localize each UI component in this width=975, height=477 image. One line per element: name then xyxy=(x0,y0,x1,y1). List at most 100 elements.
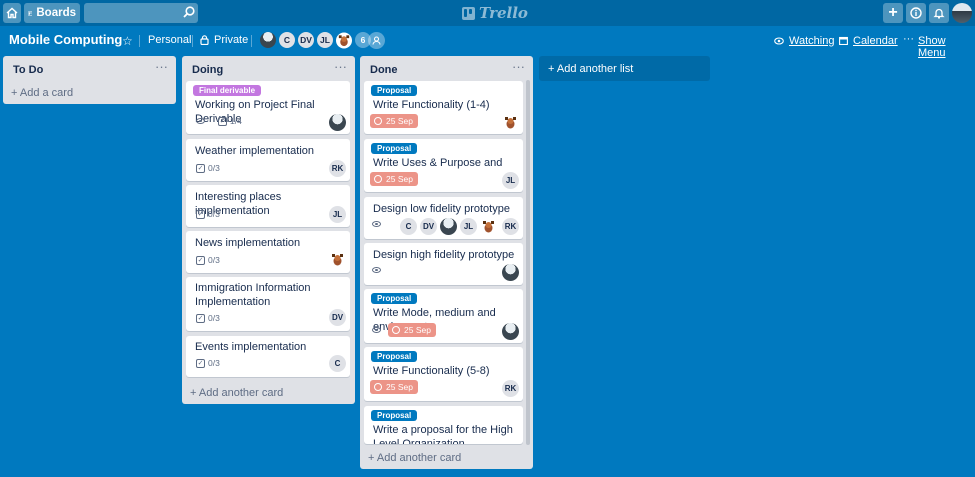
card-member-avatar[interactable] xyxy=(329,114,346,131)
member-avatar[interactable]: DV xyxy=(297,31,315,49)
list-scrollbar[interactable] xyxy=(526,80,530,445)
watching-button[interactable]: Watching xyxy=(789,35,834,47)
boards-icon xyxy=(28,10,33,16)
checklist-icon: ✓ xyxy=(218,116,227,126)
card-title: Weather implementation xyxy=(195,145,315,157)
star-icon[interactable]: ☆ xyxy=(122,34,133,48)
invite-button[interactable] xyxy=(368,32,385,49)
card-member-avatar[interactable]: RK xyxy=(502,380,519,397)
add-card-button[interactable]: + Add a card xyxy=(11,87,73,99)
info-button[interactable] xyxy=(906,3,926,23)
due-date: 25 Sep xyxy=(404,325,431,335)
checklist-count: 0/3 xyxy=(208,313,220,323)
card-member-avatar[interactable] xyxy=(502,323,519,340)
add-list-label: Add another list xyxy=(556,63,634,75)
trello-logo[interactable]: Trello xyxy=(462,4,528,22)
add-card-button[interactable]: + Add another card xyxy=(190,387,283,399)
card-title: Events implementation xyxy=(195,341,307,353)
card-member-avatar[interactable]: C xyxy=(329,355,346,372)
home-button[interactable] xyxy=(3,3,21,23)
card-member-avatar[interactable]: DV xyxy=(329,309,346,326)
list-menu-button[interactable]: ··· xyxy=(334,59,347,74)
card[interactable]: Design low fidelity prototype C DV JL RK xyxy=(364,197,523,239)
member-avatar[interactable]: C xyxy=(278,31,296,49)
card-label: Final derivable xyxy=(193,85,262,96)
card-member-avatar[interactable] xyxy=(480,218,497,235)
search-input[interactable] xyxy=(84,3,198,23)
card-badges: ✓ 0/3 xyxy=(196,209,220,219)
card-member-avatar[interactable] xyxy=(502,114,519,131)
card-member-avatar[interactable] xyxy=(502,264,519,281)
info-icon xyxy=(910,7,922,19)
add-card-label: Add another card xyxy=(198,387,284,399)
due-date-badge: 25 Sep xyxy=(370,380,418,394)
card-label: Proposal xyxy=(371,143,418,154)
card[interactable]: News implementation ✓ 0/3 xyxy=(186,231,350,273)
list-title[interactable]: Doing xyxy=(192,64,223,76)
card-member-avatar[interactable]: C xyxy=(400,218,417,235)
due-date-badge: 25 Sep xyxy=(370,172,418,186)
due-date-badge: 25 Sep xyxy=(370,114,418,128)
list-title[interactable]: Done xyxy=(370,64,398,76)
card[interactable]: Final derivable Working on Project Final… xyxy=(186,81,350,134)
ellipsis-icon: ··· xyxy=(903,33,914,45)
boards-button[interactable]: Boards xyxy=(24,3,80,23)
eye-icon xyxy=(372,221,381,227)
card-member-avatar[interactable]: RK xyxy=(329,160,346,177)
card[interactable]: Proposal Write a proposal for the High L… xyxy=(364,406,523,444)
list-menu-button[interactable]: ··· xyxy=(155,59,168,74)
card-member-avatar[interactable]: DV xyxy=(420,218,437,235)
card[interactable]: Design high fidelity prototype xyxy=(364,243,523,285)
card-member-avatar[interactable]: JL xyxy=(329,206,346,223)
clock-icon xyxy=(374,175,382,183)
add-list-button[interactable]: + Add another list xyxy=(539,56,710,81)
list-menu-button[interactable]: ··· xyxy=(512,59,525,74)
member-avatar[interactable] xyxy=(259,31,277,49)
card[interactable]: Weather implementation ✓ 0/3 RK xyxy=(186,139,350,181)
list-todo: To Do ··· + Add a card xyxy=(3,56,176,104)
list-doing: Doing ··· Final derivable Working on Pro… xyxy=(182,56,355,404)
bell-icon xyxy=(933,8,945,19)
card[interactable]: Proposal Write Uses & Purpose and benefi… xyxy=(364,139,523,192)
visibility-button[interactable]: Private xyxy=(214,34,248,46)
list-title[interactable]: To Do xyxy=(13,64,43,76)
card-member-avatar[interactable] xyxy=(329,251,346,268)
card[interactable]: Proposal Write Functionality (5-8) 25 Se… xyxy=(364,347,523,401)
card-badges: ✓ 1/4 xyxy=(196,116,242,126)
invite-icon xyxy=(372,36,381,45)
create-button[interactable]: + xyxy=(883,3,903,23)
card[interactable]: Immigration Information Implementation ✓… xyxy=(186,277,350,331)
user-avatar[interactable] xyxy=(952,3,972,23)
show-menu-button[interactable]: Show Menu xyxy=(918,35,975,59)
card[interactable]: Events implementation ✓ 0/3 C xyxy=(186,336,350,377)
board-title[interactable]: Mobile Computing xyxy=(9,32,122,47)
card[interactable]: Proposal Write Functionality (1-4) 25 Se… xyxy=(364,81,523,134)
card-member-avatar[interactable]: JL xyxy=(502,172,519,189)
checklist-count: 0/3 xyxy=(208,163,220,173)
card-title: Write a proposal for the High Level Orga… xyxy=(373,424,513,444)
card-label: Proposal xyxy=(371,85,418,96)
card-member-avatar[interactable]: RK xyxy=(502,218,519,235)
board-members: C DV JL 6 xyxy=(259,31,373,49)
logo-text: Trello xyxy=(479,4,528,22)
checklist-icon: ✓ xyxy=(196,209,205,219)
plus-icon: + xyxy=(888,4,898,21)
card-member-avatar[interactable] xyxy=(440,218,457,235)
checklist-icon: ✓ xyxy=(196,255,205,265)
card-member-avatar[interactable]: JL xyxy=(460,218,477,235)
member-avatar[interactable]: JL xyxy=(316,31,334,49)
card[interactable]: Interesting places implementation ✓ 0/3 … xyxy=(186,185,350,227)
card[interactable]: Proposal Write Mode, medium and envirome… xyxy=(364,289,523,343)
notifications-button[interactable] xyxy=(929,3,949,23)
calendar-button[interactable]: Calendar xyxy=(853,35,898,47)
member-avatar[interactable] xyxy=(335,31,353,49)
due-date: 25 Sep xyxy=(386,174,413,184)
clock-icon xyxy=(392,326,400,334)
card-title: News implementation xyxy=(195,237,301,249)
search-icon[interactable] xyxy=(182,5,196,19)
team-button[interactable]: Personal xyxy=(148,34,191,46)
header-divider xyxy=(251,35,252,47)
eye-icon xyxy=(196,118,205,124)
add-card-button[interactable]: + Add another card xyxy=(368,452,461,464)
card-title: Write Functionality (5-8) xyxy=(373,365,490,377)
